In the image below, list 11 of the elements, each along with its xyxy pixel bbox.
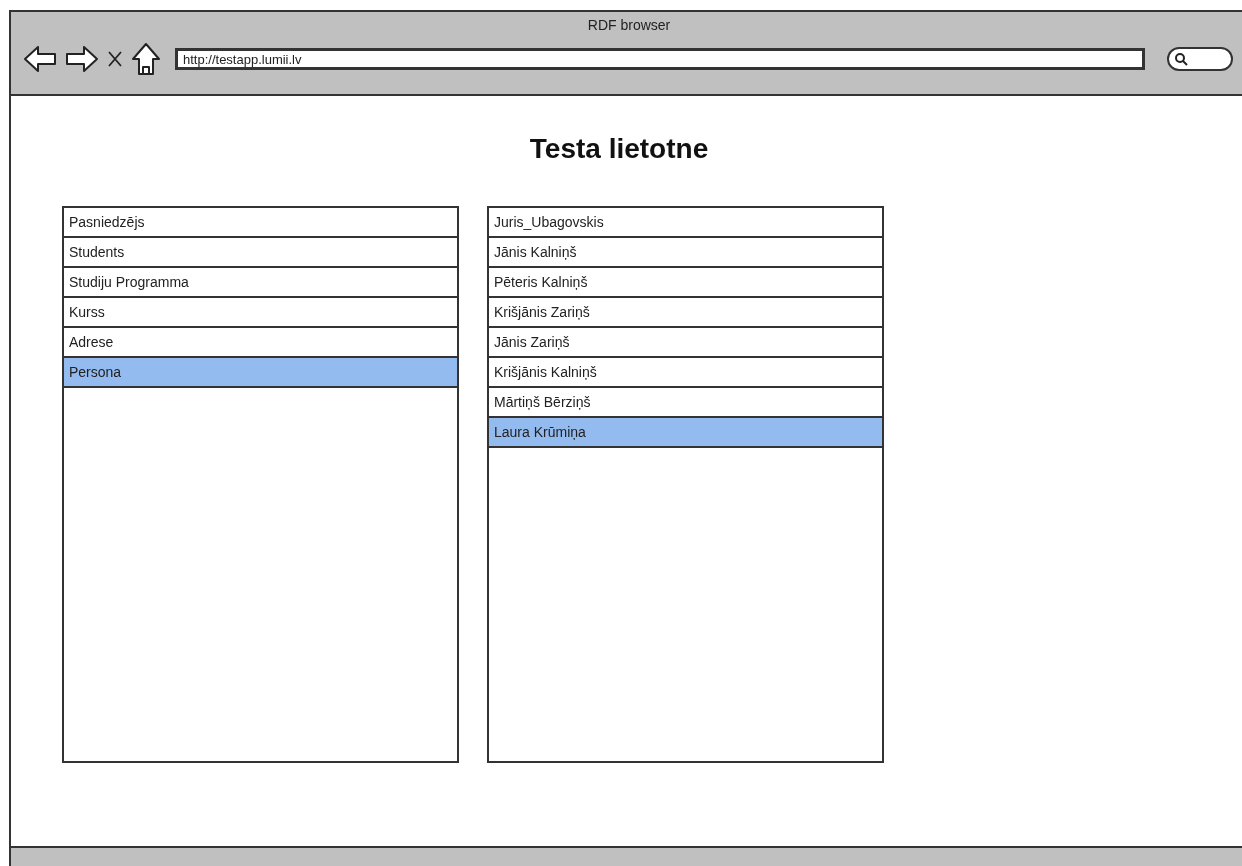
window-title: RDF browser [587, 16, 671, 35]
list-item[interactable]: Persona [64, 358, 457, 388]
forward-icon[interactable] [65, 45, 99, 73]
address-field[interactable]: http://testapp.lumii.lv [175, 48, 1145, 70]
search-icon [1174, 52, 1188, 66]
search-field[interactable] [1167, 47, 1233, 71]
back-icon[interactable] [23, 45, 57, 73]
list-item[interactable]: Laura Krūmiņa [489, 418, 882, 448]
stop-icon[interactable] [107, 50, 123, 68]
home-icon[interactable] [131, 42, 161, 76]
page-heading: Testa lietotne [529, 132, 709, 166]
